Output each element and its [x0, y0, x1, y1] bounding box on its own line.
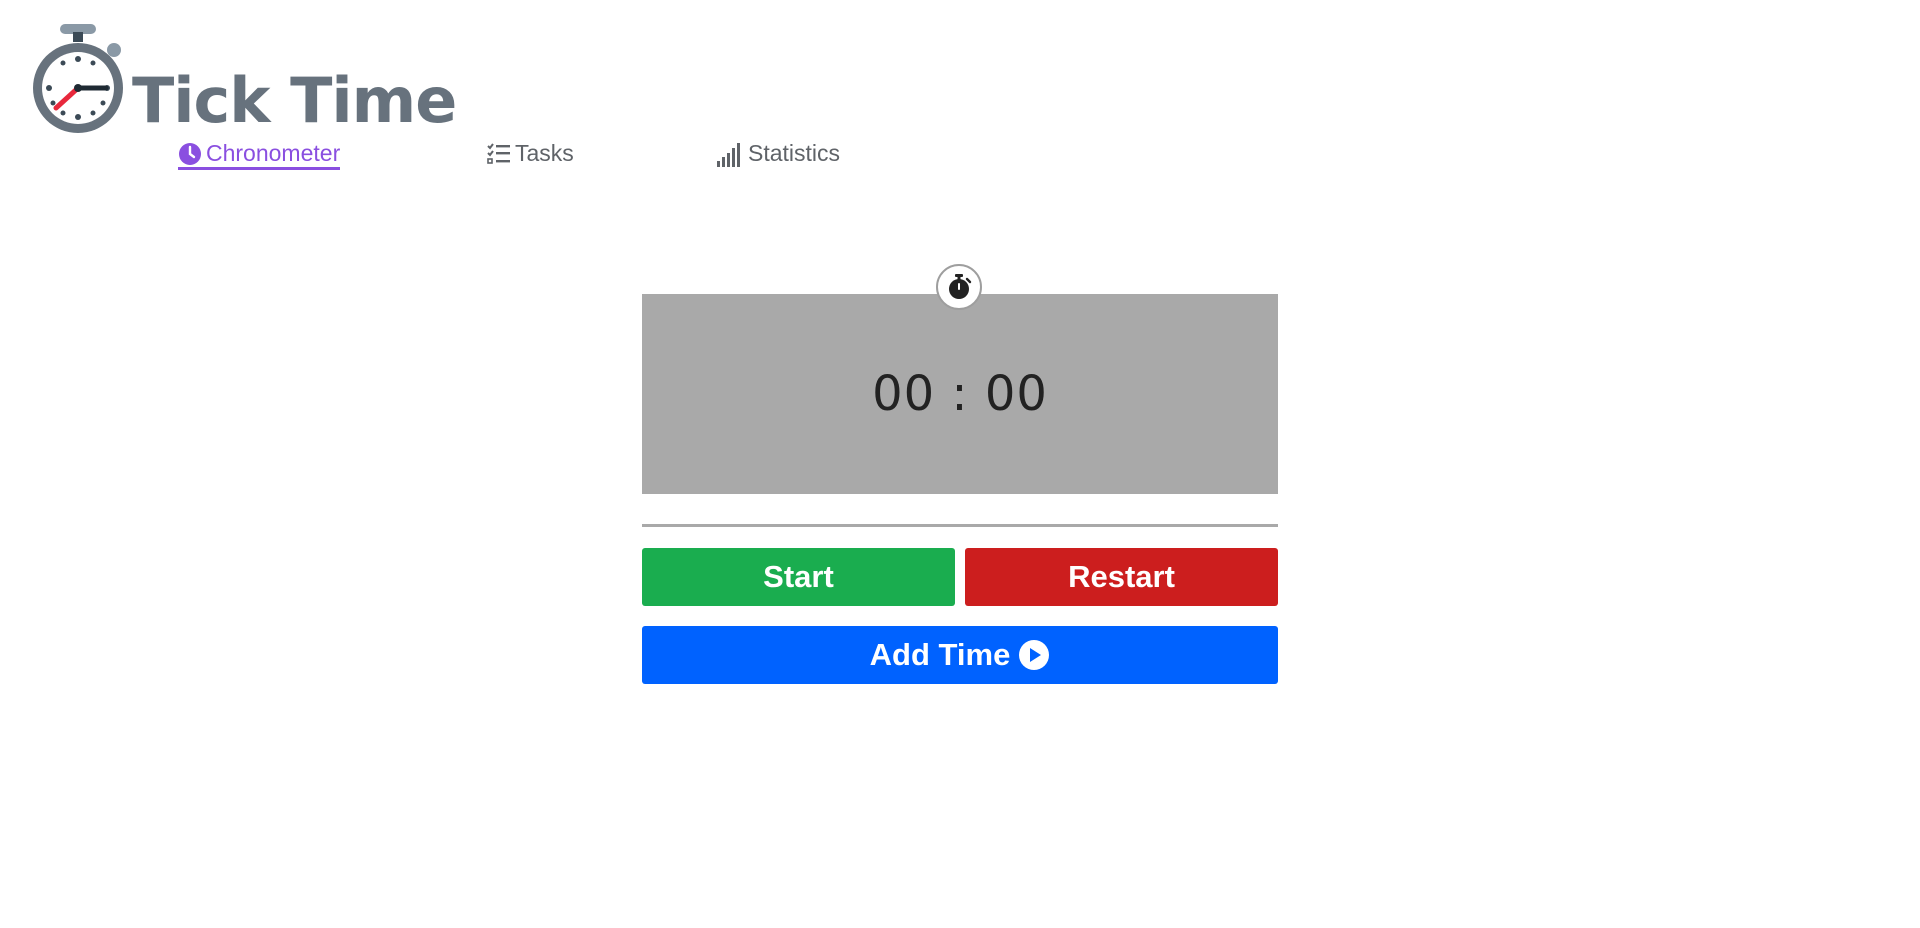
timer-display-box: 00 : 00	[642, 294, 1278, 494]
nav-tab-tasks-label: Tasks	[515, 140, 574, 166]
app-title: Tick Time	[132, 64, 457, 137]
timer-display: 00 : 00	[872, 366, 1048, 422]
stopwatch-logo-icon	[33, 24, 123, 133]
clock-icon	[179, 142, 201, 165]
restart-button[interactable]: Restart	[965, 548, 1278, 606]
nav-tab-chronometer[interactable]: Chronometer	[178, 140, 341, 170]
nav-tab-statistics[interactable]: Statistics	[716, 140, 840, 167]
main-nav: Chronometer Tasks Statistics	[0, 140, 1920, 174]
start-button[interactable]: Start	[642, 548, 955, 606]
start-button-label: Start	[763, 559, 834, 594]
add-time-button[interactable]: Add Time	[642, 626, 1278, 684]
divider	[642, 524, 1278, 527]
add-time-button-label: Add Time	[869, 637, 1011, 672]
timer-badge	[936, 264, 982, 310]
checklist-icon	[487, 142, 510, 164]
nav-tab-chronometer-label: Chronometer	[206, 140, 341, 166]
page: Tick Time Chronometer Tasks Statistics 0…	[0, 0, 1920, 928]
restart-button-label: Restart	[1068, 559, 1175, 594]
nav-tab-tasks[interactable]: Tasks	[487, 140, 574, 167]
stopwatch-icon	[949, 274, 972, 299]
signal-bars-icon	[717, 142, 740, 167]
nav-tab-statistics-label: Statistics	[748, 140, 841, 166]
app-logo[interactable]: Tick Time	[30, 20, 457, 137]
play-circle-icon	[1018, 639, 1050, 671]
